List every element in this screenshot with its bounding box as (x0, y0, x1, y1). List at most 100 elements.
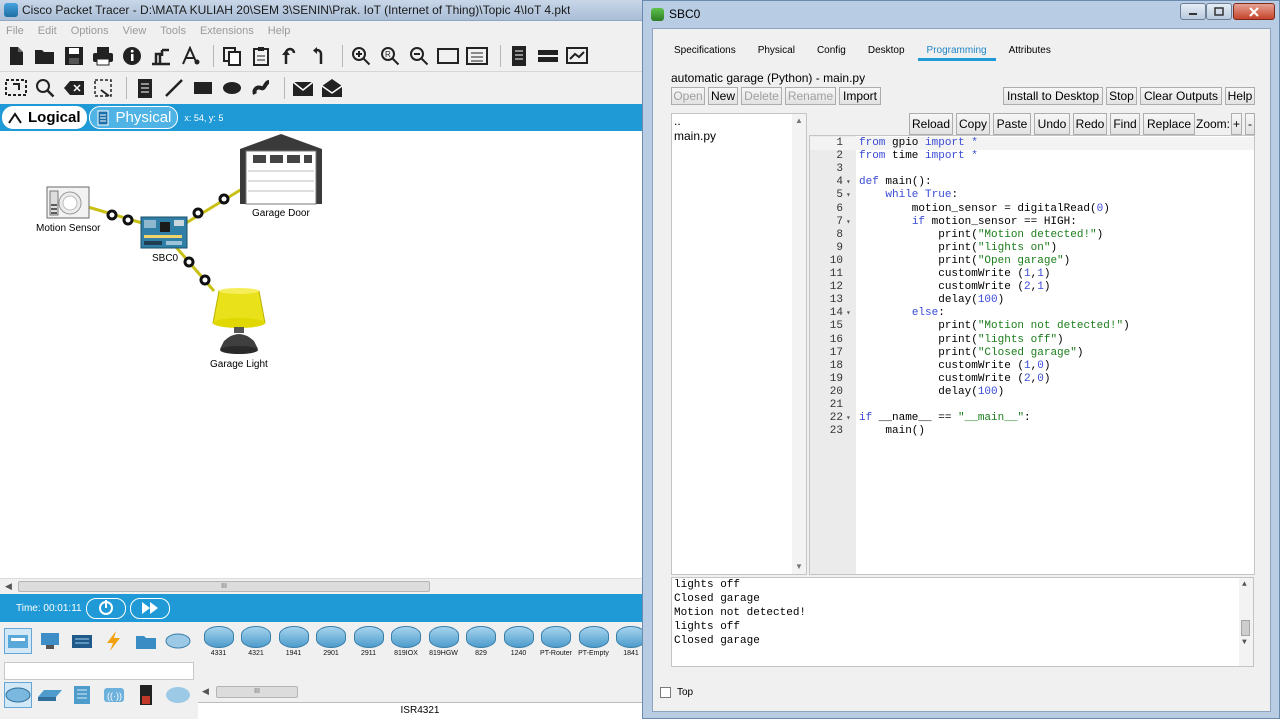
menu-options[interactable]: Options (71, 25, 109, 37)
install-to-desktop-button[interactable]: Install to Desktop (1003, 87, 1103, 105)
maximize-button[interactable] (1206, 3, 1232, 20)
activity-wizard-icon[interactable] (178, 44, 202, 68)
garage-door-device[interactable] (240, 134, 322, 205)
code-line[interactable]: 14 ▾ else: (810, 307, 1254, 320)
code-line[interactable]: 13 delay(100) (810, 294, 1254, 307)
device-search-field[interactable] (4, 662, 194, 680)
open-folder-icon[interactable] (33, 44, 57, 68)
code-line[interactable]: 5 ▾ while True: (810, 189, 1254, 202)
print-icon[interactable] (91, 44, 115, 68)
menu-view[interactable]: View (123, 25, 147, 37)
add-pdu-icon[interactable] (291, 76, 315, 100)
fold-arrow-icon[interactable]: ▾ (846, 189, 851, 202)
cluster-icon[interactable] (536, 44, 560, 68)
cable-sbc-light[interactable] (174, 246, 216, 292)
code-line[interactable]: 2 from time import * (810, 150, 1254, 163)
viewport-icon[interactable] (507, 44, 531, 68)
scroll-down-arrow-icon[interactable]: ▼ (1242, 638, 1247, 647)
output-scroll-thumb[interactable] (1241, 620, 1250, 636)
motion-sensor-device[interactable] (46, 186, 90, 219)
stop-button[interactable]: Stop (1106, 87, 1137, 105)
multiuser-category-icon[interactable] (164, 628, 192, 654)
network-wizard-icon[interactable] (149, 44, 173, 68)
code-line[interactable]: 22 ▾ if __name__ == "__main__": (810, 412, 1254, 425)
find-button[interactable]: Find (1110, 113, 1140, 135)
zoom-out-button[interactable]: - (1245, 113, 1255, 135)
device-model-tile[interactable]: 819HGW (427, 626, 460, 658)
cable-sbc-door[interactable] (185, 187, 243, 225)
device-model-tile[interactable]: 4331 (202, 626, 235, 658)
menu-extensions[interactable]: Extensions (200, 25, 254, 37)
fold-arrow-icon[interactable]: ▾ (846, 307, 851, 320)
help-button[interactable]: Help (1225, 87, 1255, 105)
output-scrollbar[interactable]: ▲ ▼ (1239, 578, 1253, 666)
drawing-palette-icon[interactable] (436, 44, 460, 68)
reload-button[interactable]: Reload (909, 113, 953, 135)
code-line[interactable]: 17 print("Closed garage") (810, 347, 1254, 360)
menu-tools[interactable]: Tools (160, 25, 186, 37)
fold-arrow-icon[interactable]: ▾ (846, 412, 851, 425)
wan-emulation-subcategory-icon[interactable] (164, 682, 192, 708)
code-line[interactable]: 21 (810, 399, 1254, 412)
screen-icon[interactable] (565, 44, 589, 68)
new-file-icon[interactable] (4, 44, 28, 68)
network-devices-category-icon[interactable] (4, 628, 32, 654)
file-parent-directory[interactable]: .. (672, 114, 806, 129)
code-line[interactable]: 7 ▾ if motion_sensor == HIGH: (810, 216, 1254, 229)
code-line[interactable]: 18 customWrite (1,0) (810, 360, 1254, 373)
tab-attributes[interactable]: Attributes (1000, 37, 1060, 61)
line-icon[interactable] (162, 76, 186, 100)
code-line[interactable]: 8 print("Motion detected!") (810, 229, 1254, 242)
freeform-icon[interactable] (249, 76, 273, 100)
menu-file[interactable]: File (6, 25, 24, 37)
code-line[interactable]: 4 ▾ def main(): (810, 176, 1254, 189)
device-model-tile[interactable]: PT-Empty (577, 626, 610, 658)
zoom-in-button[interactable]: + (1231, 113, 1242, 135)
code-line[interactable]: 20 delay(100) (810, 386, 1254, 399)
note-icon[interactable] (133, 76, 157, 100)
code-line[interactable]: 12 customWrite (2,1) (810, 281, 1254, 294)
copy-button[interactable]: Copy (956, 113, 990, 135)
fold-arrow-icon[interactable]: ▾ (846, 176, 851, 189)
device-model-tile[interactable]: 1240 (502, 626, 535, 658)
code-line[interactable]: 19 customWrite (2,0) (810, 373, 1254, 386)
paste-button[interactable]: Paste (993, 113, 1031, 135)
zoom-reset-icon[interactable]: R (378, 44, 402, 68)
code-line[interactable]: 23 main() (810, 425, 1254, 438)
security-subcategory-icon[interactable] (132, 682, 160, 708)
switches-subcategory-icon[interactable] (36, 682, 64, 708)
code-line[interactable]: 3 (810, 163, 1254, 176)
routers-subcategory-icon[interactable] (4, 682, 32, 708)
import-button[interactable]: Import (839, 87, 881, 105)
delete-icon[interactable] (62, 76, 86, 100)
wireless-subcategory-icon[interactable]: ((·)) (100, 682, 128, 708)
info-icon[interactable] (120, 44, 144, 68)
output-console[interactable]: lights off Closed garage Motion not dete… (671, 577, 1254, 667)
model-scrollbar[interactable]: ◀ III (198, 684, 642, 700)
tab-config[interactable]: Config (808, 37, 855, 61)
device-model-tile[interactable]: 4321 (240, 626, 273, 658)
minimize-button[interactable] (1180, 3, 1206, 20)
miscellaneous-category-icon[interactable] (132, 628, 160, 654)
menu-help[interactable]: Help (268, 25, 291, 37)
tab-logical[interactable]: Logical (2, 106, 87, 129)
device-model-tile[interactable]: 1841 (615, 626, 642, 658)
custom-device-icon[interactable] (465, 44, 489, 68)
scroll-up-arrow-icon[interactable]: ▲ (795, 116, 803, 125)
fast-forward-button[interactable] (129, 597, 170, 619)
paste-icon[interactable] (249, 44, 273, 68)
add-complex-pdu-icon[interactable] (320, 76, 344, 100)
end-devices-category-icon[interactable] (36, 628, 64, 654)
file-main-py[interactable]: main.py (672, 129, 806, 144)
hubs-subcategory-icon[interactable] (68, 682, 96, 708)
replace-button[interactable]: Replace (1143, 113, 1195, 135)
undo-icon[interactable] (278, 44, 302, 68)
workspace-horizontal-scrollbar[interactable]: ◀ III (0, 578, 642, 594)
code-line[interactable]: 16 print("lights off") (810, 334, 1254, 347)
tab-desktop[interactable]: Desktop (859, 37, 914, 61)
inspect-icon[interactable] (33, 76, 57, 100)
top-checkbox[interactable]: Top (660, 687, 693, 698)
undo-button[interactable]: Undo (1034, 113, 1070, 135)
new-button[interactable]: New (708, 87, 738, 105)
code-line[interactable]: 6 motion_sensor = digitalRead(0) (810, 203, 1254, 216)
